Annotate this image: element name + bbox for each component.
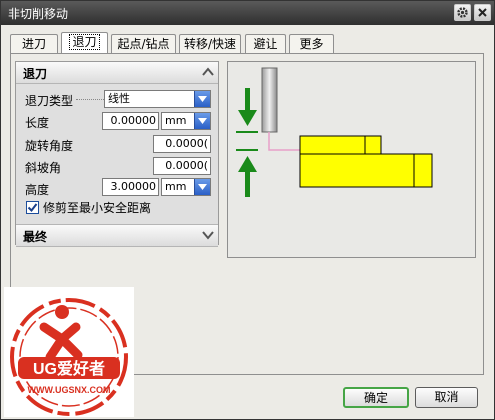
window-title: 非切削移动 <box>8 7 69 21</box>
title-bar: 非切削移动 <box>1 1 494 25</box>
length-input[interactable]: 0.00000 <box>102 112 159 130</box>
logo-text: UG爱好者 <box>33 359 105 378</box>
retract-type-label: 退刀类型 <box>25 94 74 108</box>
tab-start-drill-points[interactable]: 起点/钻点 <box>111 34 176 54</box>
section-title: 退刀 <box>23 67 48 81</box>
close-button[interactable] <box>474 4 491 21</box>
tool-path <box>268 132 300 151</box>
retract-type-value: 线性 <box>108 92 130 105</box>
chevron-down-icon <box>198 184 207 190</box>
trim-label: 修剪至最小安全距离 <box>43 201 152 215</box>
logo-url: WWW.UGSNX.COM <box>28 385 111 395</box>
tab-retract[interactable]: 退刀 <box>61 32 108 55</box>
length-label: 长度 <box>25 116 50 130</box>
tab-more[interactable]: 更多 <box>289 34 334 54</box>
tab-label: 更多 <box>299 37 324 51</box>
checkmark-icon <box>27 203 38 213</box>
site-logo: UG爱好者 WWW.UGSNX.COM <box>4 287 134 417</box>
trim-checkbox[interactable] <box>26 201 39 214</box>
leader-dots <box>76 99 104 100</box>
ok-button[interactable]: 确定 <box>343 387 409 408</box>
retract-diagram <box>236 67 433 197</box>
dropdown-arrow[interactable] <box>194 113 210 129</box>
arrow-down-icon <box>238 110 257 126</box>
rotation-angle-label: 旋转角度 <box>25 139 74 153</box>
chevron-down-icon[interactable] <box>200 227 216 243</box>
retract-section-header[interactable]: 退刀 <box>16 62 218 84</box>
gear-icon <box>457 7 468 18</box>
tab-avoidance[interactable]: 避让 <box>245 34 286 54</box>
height-unit-select[interactable]: mm <box>161 178 211 196</box>
height-label: 高度 <box>25 183 50 197</box>
part-upper <box>299 135 382 155</box>
arrow-up-icon <box>238 156 257 172</box>
dropdown-arrow[interactable] <box>194 179 210 195</box>
tab-engage[interactable]: 进刀 <box>10 34 58 54</box>
tool-shape <box>261 67 278 133</box>
dropdown-arrow[interactable] <box>194 91 210 107</box>
slope-angle-label: 斜坡角 <box>25 161 62 175</box>
cancel-button[interactable]: 取消 <box>415 387 478 408</box>
tab-label: 进刀 <box>21 37 46 51</box>
chevron-up-icon[interactable] <box>200 64 216 80</box>
part-lower <box>299 153 433 188</box>
length-unit-value: mm <box>165 114 187 127</box>
chevron-down-icon <box>198 118 207 124</box>
close-icon <box>478 8 487 17</box>
length-unit-select[interactable]: mm <box>161 112 211 130</box>
retract-type-select[interactable]: 线性 <box>104 90 211 108</box>
slope-angle-input[interactable]: 0.0000( <box>153 157 211 175</box>
tab-label: 转移/快速 <box>183 37 237 51</box>
height-unit-value: mm <box>165 180 187 193</box>
tab-transfer-rapid[interactable]: 转移/快速 <box>179 34 241 54</box>
chevron-down-icon <box>198 96 207 102</box>
final-section-header[interactable]: 最终 <box>16 224 218 247</box>
rotation-angle-input[interactable]: 0.0000( <box>153 135 211 153</box>
tab-label: 避让 <box>253 37 278 51</box>
settings-button[interactable] <box>454 4 471 21</box>
dialog-window: 非切削移动 进刀 退刀 起点/钻点 转移/快速 避让 更多 退刀 退刀类型 线性… <box>0 0 495 420</box>
tab-label: 退刀 <box>69 34 100 50</box>
retract-preview-image <box>227 61 476 258</box>
retract-group: 退刀 退刀类型 线性 长度 0.00000 mm 旋转角度 0.0000( 斜坡… <box>15 61 219 247</box>
section-title: 最终 <box>23 230 48 244</box>
height-input[interactable]: 3.00000 <box>102 178 159 196</box>
tab-label: 起点/钻点 <box>117 37 170 51</box>
